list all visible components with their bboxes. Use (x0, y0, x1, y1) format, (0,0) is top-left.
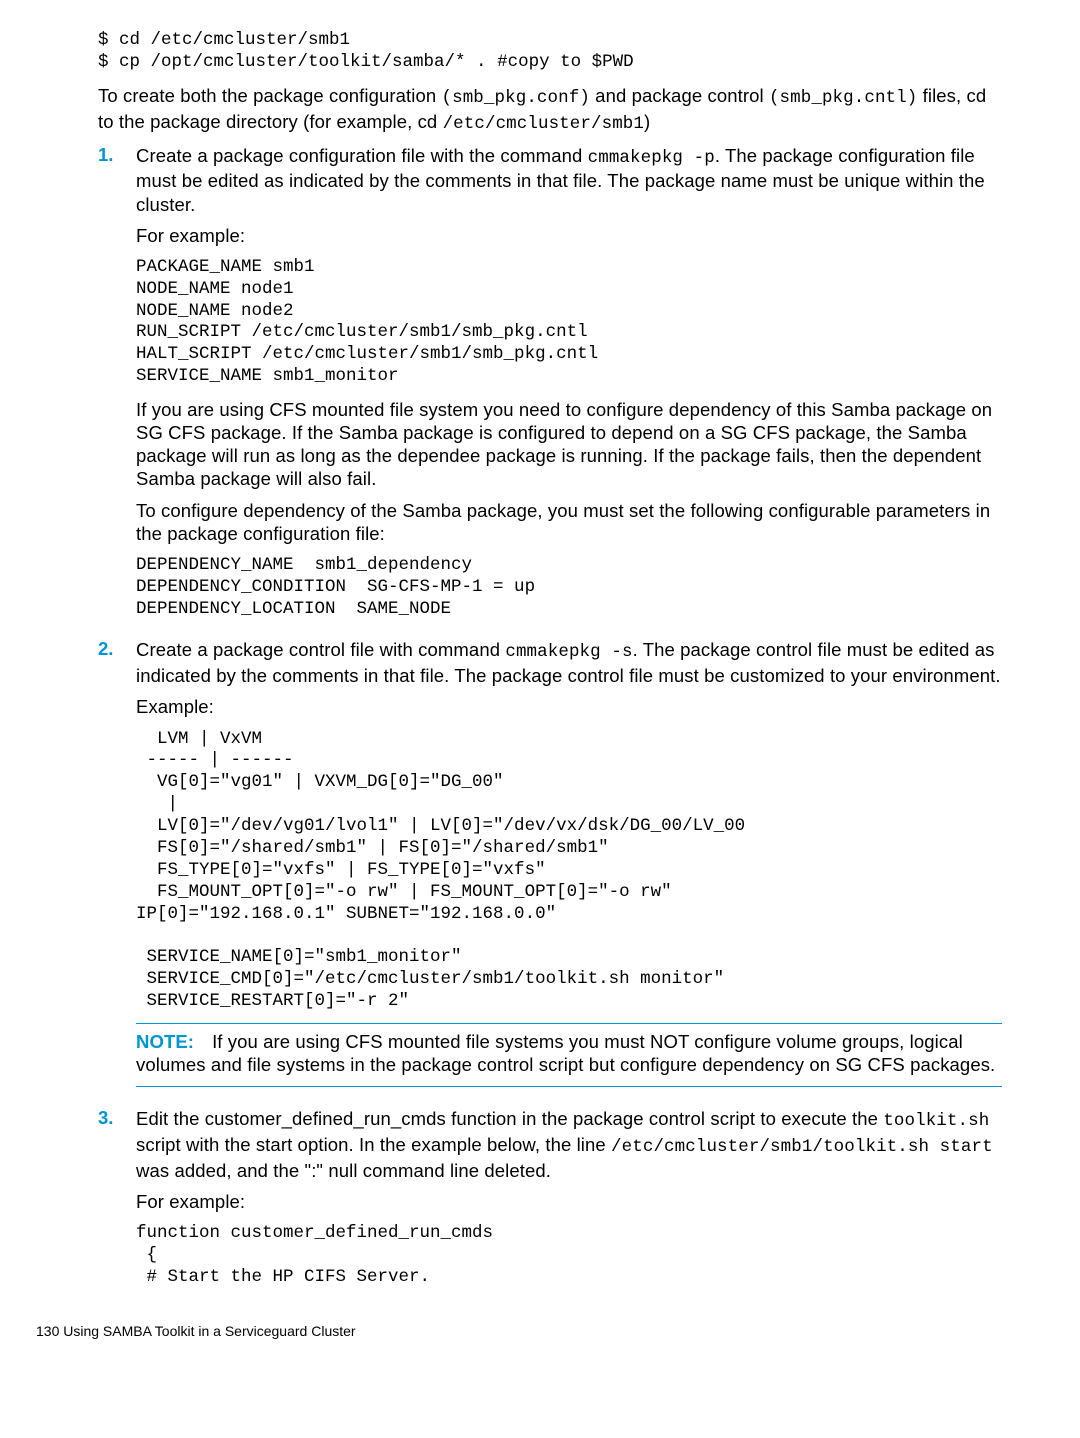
list-item-3: 3. Edit the customer_defined_run_cmds fu… (98, 1107, 1002, 1299)
note-body: If you are using CFS mounted file system… (136, 1031, 995, 1075)
code-preamble-cd: $ cd /etc/cmcluster/smb1 $ cp /opt/cmclu… (98, 30, 1002, 74)
text: To create both the package configuration (98, 85, 442, 106)
note-paragraph: NOTE:If you are using CFS mounted file s… (136, 1030, 1002, 1076)
code-block: LVM | VxVM ----- | ------ VG[0]="vg01" |… (136, 729, 1002, 1013)
list-item-1: 1. Create a package configuration file w… (98, 144, 1002, 631)
body-paragraph: Create a package configuration file with… (136, 144, 1002, 216)
body-paragraph: If you are using CFS mounted file system… (136, 398, 1002, 491)
text: was added, and the ":" null command line… (136, 1160, 551, 1181)
inline-code: cmmakepkg -p (588, 148, 715, 168)
inline-code: /etc/cmcluster/smb1/toolkit.sh start (611, 1137, 993, 1157)
body-paragraph: Edit the customer_defined_run_cmds funct… (136, 1107, 1002, 1182)
text: ) (644, 111, 650, 132)
body-paragraph: To create both the package configuration… (98, 84, 1002, 136)
inline-code: toolkit.sh (883, 1111, 989, 1131)
inline-code: (smb_pkg.cntl) (769, 88, 917, 108)
code-line: $ cd /etc/cmcluster/smb1 (98, 30, 350, 50)
inline-code: cmmakepkg -s (505, 642, 632, 662)
text: and package control (590, 85, 769, 106)
note-label: NOTE: (136, 1031, 194, 1052)
body-paragraph: For example: (136, 224, 1002, 247)
body-paragraph: For example: (136, 1190, 1002, 1213)
text: Create a package control file with comma… (136, 639, 505, 660)
code-block: function customer_defined_run_cmds { # S… (136, 1223, 1002, 1289)
body-paragraph: To configure dependency of the Samba pac… (136, 499, 1002, 545)
note-rule-top (136, 1023, 1002, 1024)
code-block: PACKAGE_NAME smb1 NODE_NAME node1 NODE_N… (136, 257, 1002, 388)
text: Edit the customer_defined_run_cmds funct… (136, 1108, 883, 1129)
note-rule-bottom (136, 1086, 1002, 1087)
list-number: 2. (98, 638, 113, 659)
page-footer: 130 Using SAMBA Toolkit in a Serviceguar… (36, 1323, 1002, 1339)
list-item-2: 2. Create a package control file with co… (98, 638, 1002, 1093)
text: script with the start option. In the exa… (136, 1134, 611, 1155)
list-number: 1. (98, 144, 113, 165)
inline-code: /etc/cmcluster/smb1 (443, 114, 644, 134)
body-paragraph: Example: (136, 695, 1002, 718)
body-paragraph: Create a package control file with comma… (136, 638, 1002, 687)
list-number: 3. (98, 1107, 113, 1128)
code-line: $ cp /opt/cmcluster/toolkit/samba/* . #c… (98, 52, 634, 72)
text: Create a package configuration file with… (136, 145, 588, 166)
inline-code: (smb_pkg.conf) (442, 88, 590, 108)
code-block: DEPENDENCY_NAME smb1_dependency DEPENDEN… (136, 555, 1002, 621)
